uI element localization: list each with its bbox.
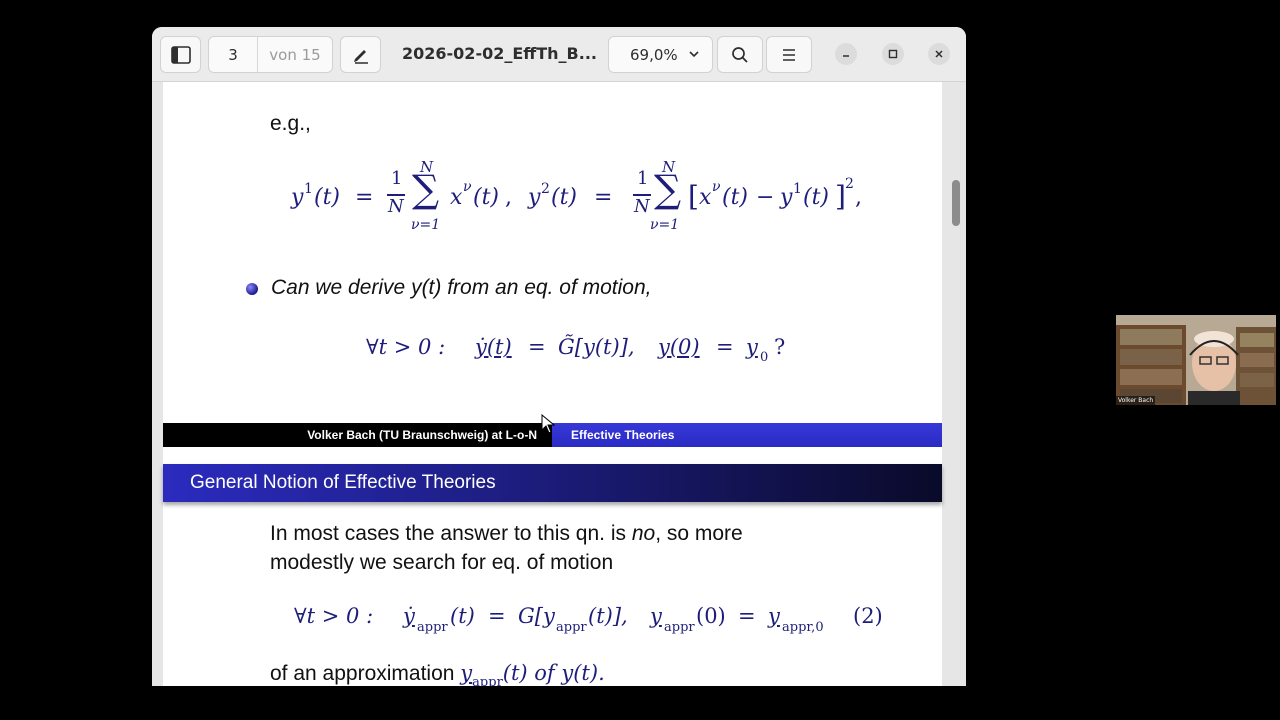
equation-approx: ∀t > 0 : ẏ appr (t) = G[y appr (t)], y a… (163, 82, 942, 686)
page-navigator: 3 von 15 (208, 36, 333, 73)
webcam-name-label: Volker Bach (1116, 396, 1156, 405)
webcam-video[interactable]: Volker Bach (1116, 315, 1276, 405)
y-appr-init-arg: (0) (696, 604, 726, 628)
zoom-dropdown[interactable]: 69,0% (608, 36, 713, 73)
annotate-button[interactable] (340, 36, 381, 73)
y-appr-init: y (650, 604, 662, 628)
ydot-appr-arg: (t) (450, 604, 475, 628)
equation-number: (2) (853, 604, 883, 628)
zoom-value: 69,0% (630, 45, 678, 64)
equals-appr-1: = (488, 604, 506, 628)
maximize-button[interactable] (882, 43, 904, 65)
equals-appr-2: = (738, 604, 756, 628)
close-icon (935, 50, 943, 58)
header-bar: 3 von 15 2026-02-02_EffTh_B... 69,0% (152, 27, 966, 82)
webcam-feed-image (1116, 315, 1276, 405)
vertical-scrollbar[interactable] (952, 180, 960, 226)
g-operator: G[y (518, 604, 555, 628)
y-appr-init-subscript: appr (664, 620, 695, 635)
paragraph-line-3: of an approximation yappr(t) of y(t). (270, 661, 605, 686)
hamburger-menu-icon (783, 48, 795, 61)
forall-clause-2: ∀t > 0 : (294, 604, 374, 628)
y-appr-0-subscript: appr,0 (782, 620, 824, 635)
g-operator-subscript: appr (556, 620, 587, 635)
minimize-icon (843, 55, 849, 57)
ydot-appr-subscript: appr (417, 620, 448, 635)
document-title: 2026-02-02_EffTh_B... (402, 44, 597, 63)
document-scroll-area[interactable]: e.g., y 1 (t) = 1 N N ∑ ν=1 x ν (t) , y … (152, 82, 966, 686)
page-number-input[interactable]: 3 (209, 37, 258, 72)
y-appr-0: y (768, 604, 780, 628)
page-total-label: von 15 (269, 45, 321, 64)
para-text-3a: of an approximation (270, 662, 461, 685)
para-y-appr: y (460, 661, 473, 685)
chevron-down-icon (689, 51, 699, 58)
document-viewer-window: 3 von 15 2026-02-02_EffTh_B... 69,0% e.g… (152, 27, 966, 686)
g-operator-end: (t)], (588, 604, 628, 628)
search-icon (732, 46, 748, 63)
ydot-appr: ẏ (403, 604, 415, 628)
search-button[interactable] (717, 36, 763, 73)
sidebar-icon (170, 45, 191, 64)
pen-icon (353, 49, 368, 64)
para-text-3c: y(t). (561, 661, 605, 685)
mouse-cursor-icon (541, 414, 555, 434)
sidebar-toggle-button[interactable] (160, 36, 201, 73)
main-menu-button[interactable] (766, 36, 812, 73)
close-button[interactable] (928, 43, 950, 65)
pdf-page: e.g., y 1 (t) = 1 N N ∑ ν=1 x ν (t) , y … (163, 82, 942, 686)
minimize-button[interactable] (835, 43, 857, 65)
para-y-appr-subscript: appr (472, 675, 503, 686)
maximize-icon (888, 49, 898, 59)
para-text-3b: (t) of (502, 661, 562, 685)
